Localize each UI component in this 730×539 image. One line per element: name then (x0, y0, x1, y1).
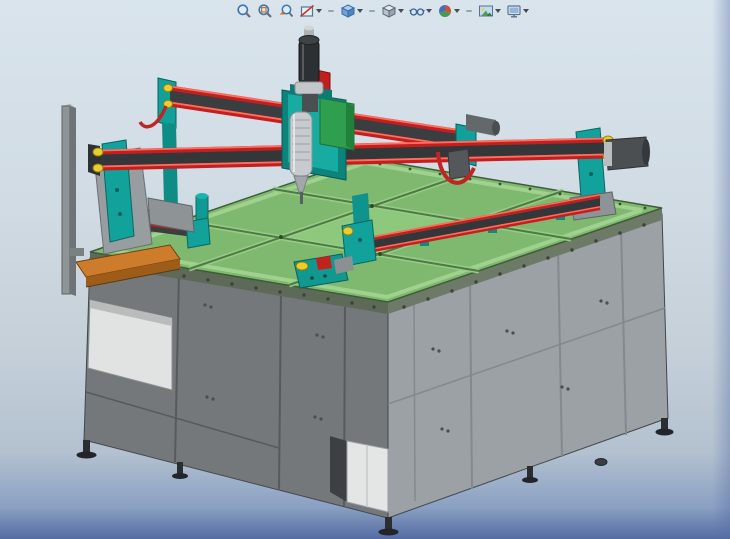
chevron-down-icon (495, 9, 501, 13)
heads-up-view-toolbar (234, 2, 531, 20)
shaded-cube-icon (381, 3, 397, 19)
model-canvas[interactable] (0, 0, 730, 539)
toolbar-separator (328, 10, 334, 12)
edit-appearance-button[interactable] (435, 2, 462, 20)
color-ball-icon (437, 3, 453, 19)
eyeglasses-icon (409, 3, 425, 19)
zoom-to-fit-button[interactable] (234, 2, 254, 20)
side-port-hole (595, 459, 607, 466)
section-view-button[interactable] (297, 2, 324, 20)
previous-view-button[interactable] (276, 2, 296, 20)
section-cube-icon (299, 3, 315, 19)
chevron-down-icon (398, 9, 404, 13)
zoom-to-area-button[interactable] (255, 2, 275, 20)
chevron-down-icon (316, 9, 322, 13)
hide-show-items-button[interactable] (407, 2, 434, 20)
magnifier-area-icon (257, 3, 273, 19)
chevron-down-icon (523, 9, 529, 13)
drive-motor[interactable] (604, 137, 650, 170)
toolbar-separator (466, 10, 472, 12)
scene-photo-icon (478, 3, 494, 19)
chevron-down-icon (426, 9, 432, 13)
view-orientation-button[interactable] (338, 2, 365, 20)
chevron-down-icon (357, 9, 363, 13)
chevron-down-icon (454, 9, 460, 13)
view-cube-icon (340, 3, 356, 19)
display-style-button[interactable] (379, 2, 406, 20)
magnifier-icon (236, 3, 252, 19)
magnifier-arrow-icon (278, 3, 294, 19)
toolbar-separator (369, 10, 375, 12)
apply-scene-button[interactable] (476, 2, 503, 20)
cad-viewport[interactable] (0, 0, 730, 539)
stepper-motor (299, 26, 319, 85)
view-settings-icon (506, 3, 522, 19)
view-settings-button[interactable] (504, 2, 531, 20)
